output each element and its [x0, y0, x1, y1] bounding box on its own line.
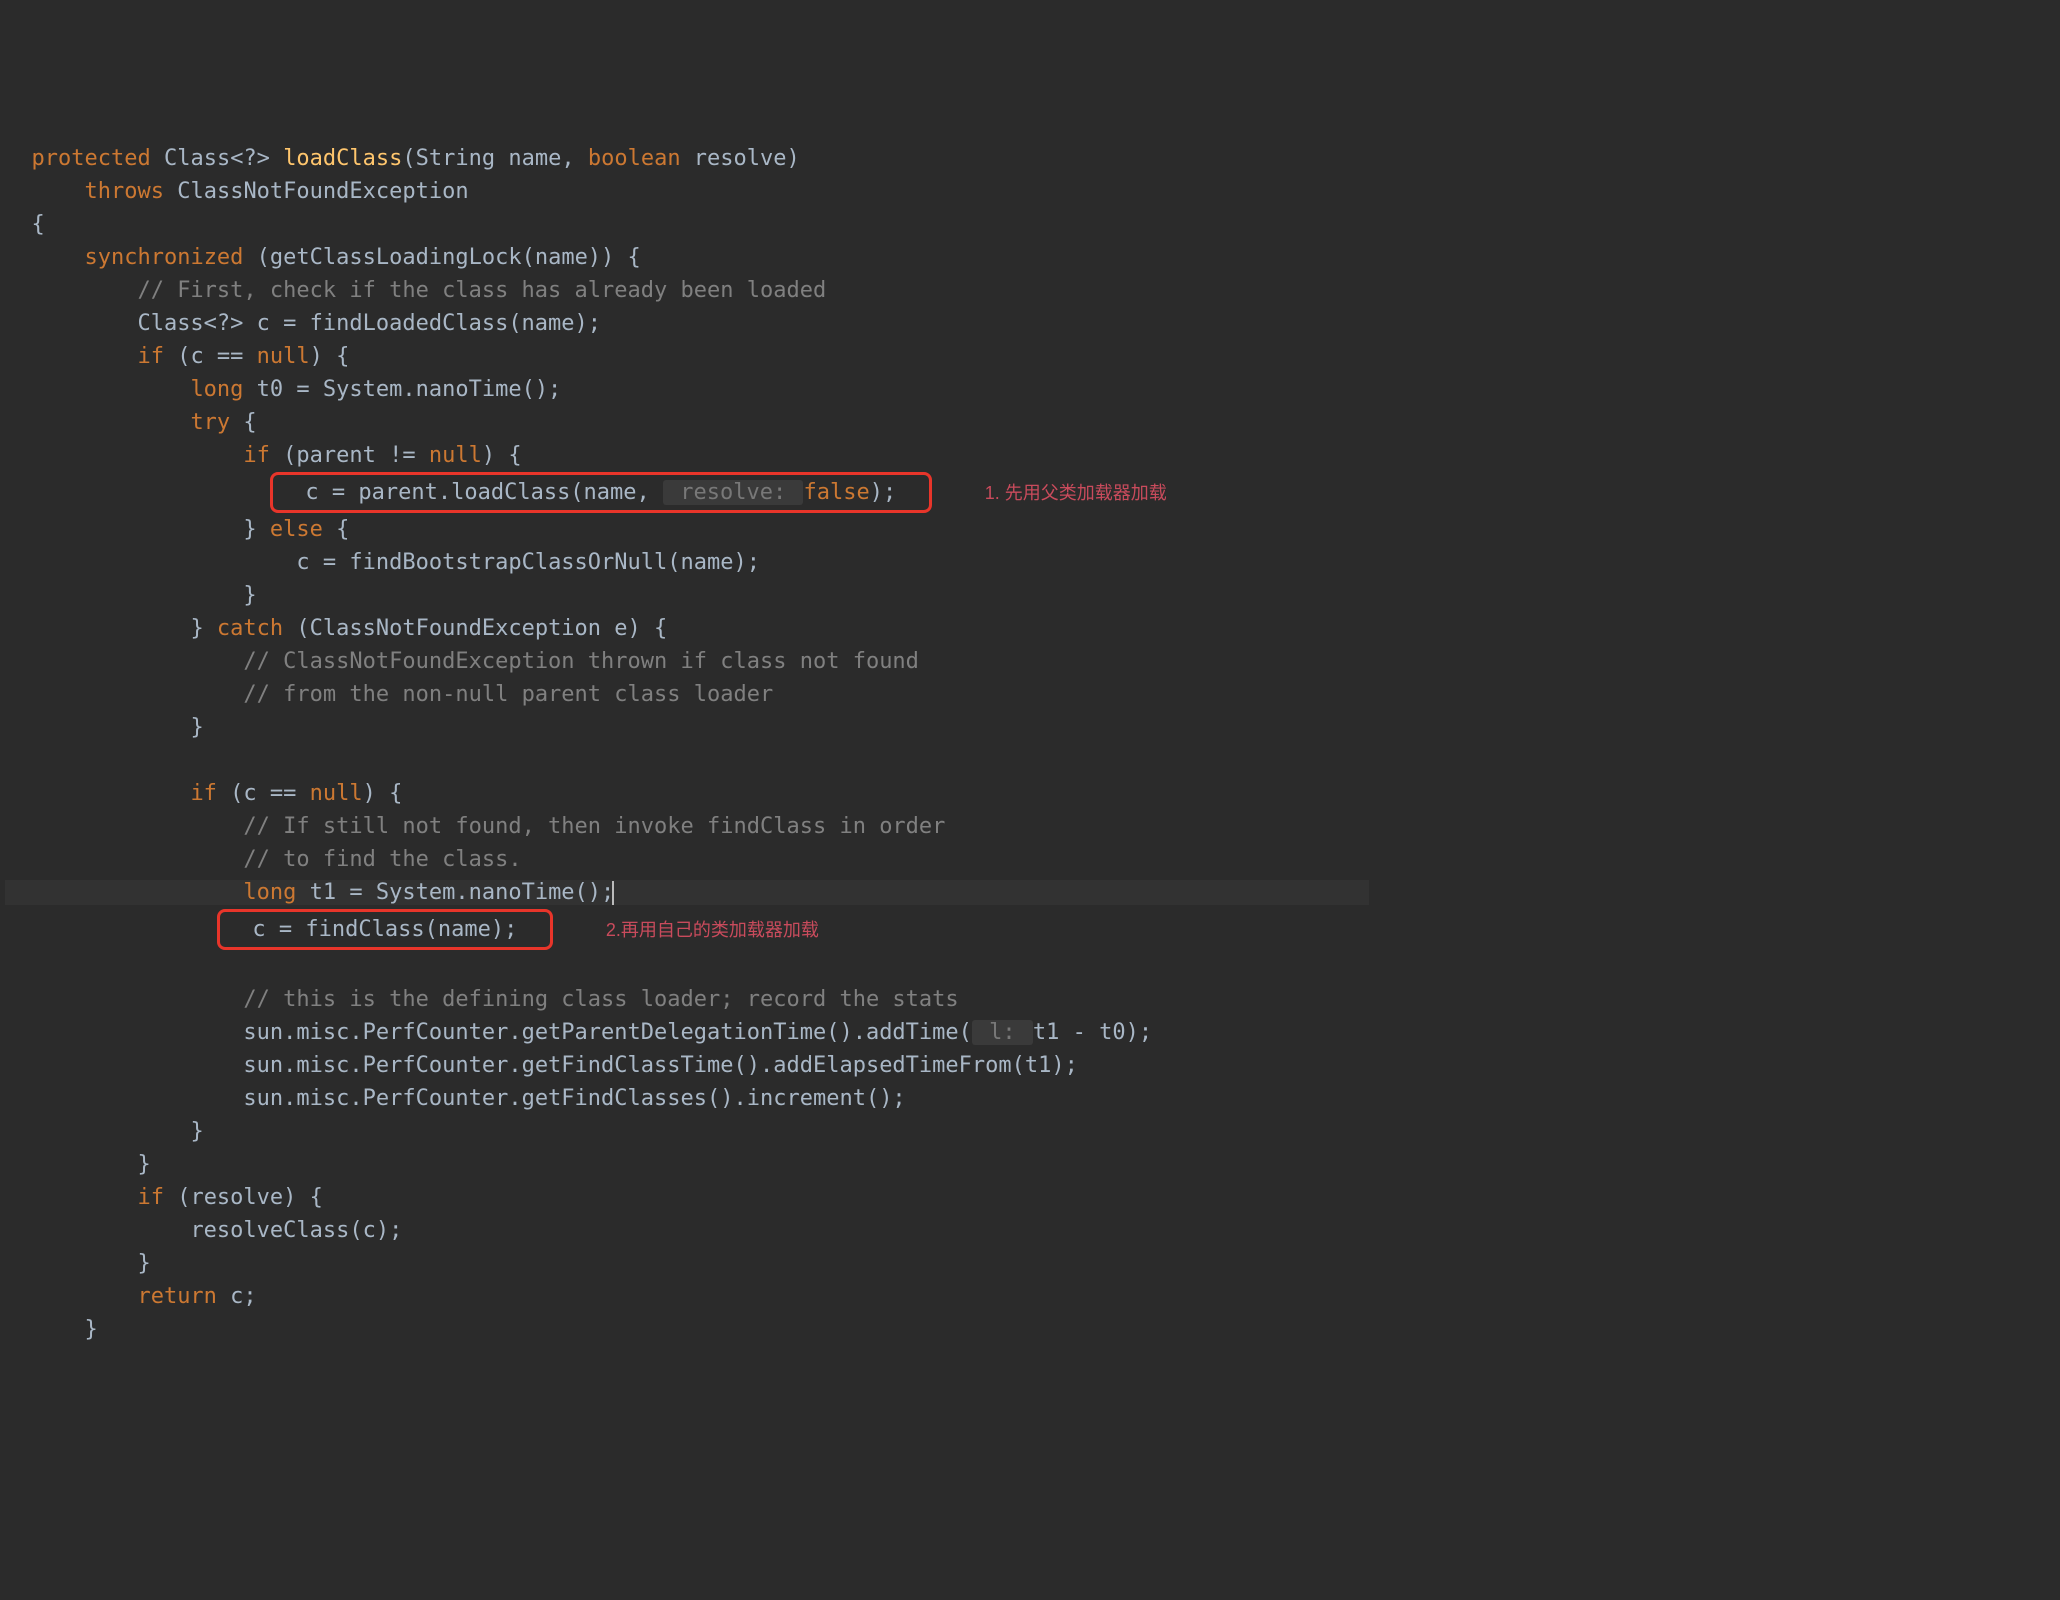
keyword-try: try [190, 410, 230, 435]
perf-1: sun.misc.PerfCounter.getParentDelegation… [243, 1020, 1152, 1045]
keyword-if: if [137, 344, 164, 369]
brace: } [137, 1251, 150, 1276]
brace: } [243, 517, 256, 542]
sync-expr: (getClassLoadingLock(name)) { [243, 245, 640, 270]
resolve-call: resolveClass(c); [190, 1218, 402, 1243]
keyword-null: null [257, 344, 310, 369]
param-hint-l: l: [972, 1020, 1033, 1045]
keyword-false: false [803, 480, 869, 505]
perf-3: sun.misc.PerfCounter.getFindClasses().in… [243, 1086, 905, 1111]
find-bootstrap: c = findBootstrapClassOrNull(name); [296, 550, 760, 575]
code-editor[interactable]: protected Class<?> loadClass(String name… [5, 142, 2055, 1346]
brace: } [137, 1152, 150, 1177]
keyword-if: if [243, 443, 270, 468]
method-name: loadClass [283, 146, 402, 171]
param-hint-resolve: resolve: [663, 480, 803, 505]
annotation-1: 1. 先用父类加载器加载 [985, 483, 1167, 503]
keyword-if: if [137, 1185, 164, 1210]
keyword-long: long [243, 880, 296, 905]
keyword-catch: catch [204, 616, 297, 641]
current-line: long t1 = System.nanoTime(); [5, 880, 1369, 905]
decl-c: Class<?> c = findLoadedClass(name); [137, 311, 601, 336]
catch-sig: (ClassNotFoundException e) { [296, 616, 667, 641]
comment-still-1: // If still not found, then invoke findC… [243, 814, 945, 839]
throws-type: ClassNotFoundException [164, 179, 469, 204]
brace: } [243, 583, 256, 608]
comment-stats: // this is the defining class loader; re… [243, 987, 958, 1012]
brace: } [84, 1317, 97, 1342]
perf-2: sun.misc.PerfCounter.getFindClassTime().… [243, 1053, 1077, 1078]
comment-still-2: // to find the class. [243, 847, 521, 872]
comment-cnfe-1: // ClassNotFoundException thrown if clas… [243, 649, 919, 674]
comment-cnfe-2: // from the non-null parent class loader [243, 682, 773, 707]
keyword-null: null [310, 781, 363, 806]
return-expr: c; [217, 1284, 257, 1309]
keyword-synchronized: synchronized [84, 245, 243, 270]
keyword-else: else [257, 517, 336, 542]
brace: } [190, 715, 203, 740]
keyword-throws: throws [84, 179, 163, 204]
annotation-2: 2.再用自己的类加载器加载 [606, 920, 819, 940]
brace: } [190, 1119, 203, 1144]
method-signature: protected Class<?> loadClass(String name… [5, 146, 800, 171]
decl-t0: t0 = System.nanoTime(); [243, 377, 561, 402]
highlight-parent-load: c = parent.loadClass(name, resolve: fals… [270, 472, 932, 513]
brace: { [32, 212, 45, 237]
text-caret [612, 881, 614, 905]
keyword-null: null [429, 443, 482, 468]
brace: { [336, 517, 349, 542]
brace: } [190, 616, 203, 641]
keyword-protected: protected [32, 146, 151, 171]
keyword-boolean: boolean [588, 146, 681, 171]
decl-t1: t1 = System.nanoTime(); [296, 880, 614, 905]
highlight-find-class: c = findClass(name); [217, 909, 553, 950]
keyword-if: if [190, 781, 217, 806]
keyword-long: long [190, 377, 243, 402]
comment-first-check: // First, check if the class has already… [137, 278, 826, 303]
keyword-return: return [137, 1284, 216, 1309]
